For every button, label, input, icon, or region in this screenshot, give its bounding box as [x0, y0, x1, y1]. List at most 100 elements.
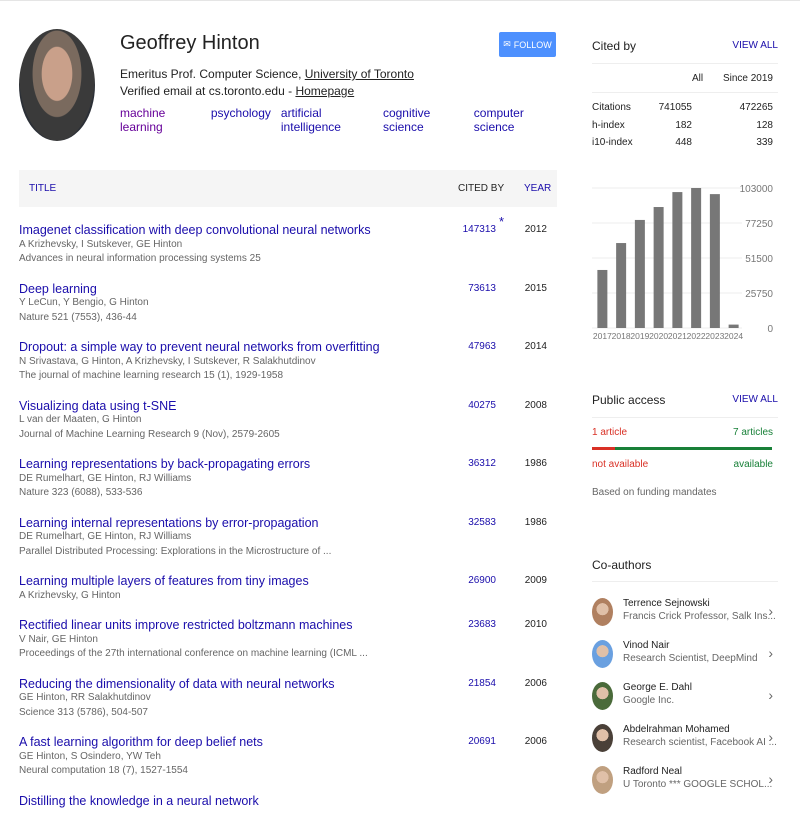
x-tick-label: 2023	[705, 331, 724, 341]
cited-by-link[interactable]: 32583	[449, 516, 496, 531]
article-title-link[interactable]: Visualizing data using t-SNE	[19, 399, 439, 414]
interest-link[interactable]: psychology	[211, 106, 271, 134]
bar-2018[interactable]	[616, 243, 626, 328]
x-tick-label: 2022	[687, 331, 706, 341]
coauthor-item[interactable]: Radford NealU Toronto *** GOOGLE SCHOL..…	[592, 766, 778, 806]
cited-by-link[interactable]: 73613	[449, 282, 496, 297]
homepage-link[interactable]: Homepage	[295, 84, 354, 98]
interest-link[interactable]: computer science	[474, 106, 557, 134]
table-row: Dropout: a simple way to prevent neural …	[19, 340, 557, 399]
affiliation-text: Emeritus Prof. Computer Science,	[120, 67, 305, 81]
sort-title[interactable]: TITLE	[29, 183, 56, 194]
coauthor-affiliation: Francis Crick Professor, Salk Ins...	[623, 611, 776, 622]
coauthor-avatar	[592, 598, 613, 626]
article-authors: DE Rumelhart, GE Hinton, RJ Williams	[19, 472, 557, 487]
article-venue: Nature 323 (6088), 533-536	[19, 486, 557, 501]
university-link[interactable]: University of Toronto	[305, 67, 414, 81]
cited-by-link[interactable]: 147313	[449, 223, 496, 238]
cited-by-link[interactable]: 40275	[449, 399, 496, 414]
bar-2017[interactable]	[597, 270, 607, 328]
affiliation: Emeritus Prof. Computer Science, Univers…	[120, 67, 414, 81]
table-header: TITLE CITED BY YEAR	[19, 170, 557, 207]
coauthor-item[interactable]: George E. DahlGoogle Inc.›	[592, 682, 778, 722]
bar-2024[interactable]	[729, 325, 739, 328]
article-year: 2010	[517, 618, 547, 633]
coauthor-item[interactable]: Terrence SejnowskiFrancis Crick Professo…	[592, 598, 778, 638]
bar-2019[interactable]	[635, 220, 645, 328]
article-title-link[interactable]: Rectified linear units improve restricte…	[19, 618, 439, 633]
coauthor-name: Vinod Nair	[623, 640, 670, 651]
publication-list: Imagenet classification with deep convol…	[19, 223, 557, 823]
coauthors-heading: Co-authors	[592, 558, 651, 572]
cited-by-link[interactable]: 47963	[449, 340, 496, 355]
article-title-link[interactable]: Distilling the knowledge in a neural net…	[19, 794, 439, 809]
email-plus-icon: ✉	[503, 39, 511, 50]
profile-photo	[19, 29, 95, 141]
not-available-count[interactable]: 1 article	[592, 427, 627, 438]
article-year: 2008	[517, 399, 547, 414]
x-tick-label: 2019	[630, 331, 649, 341]
article-venue: Nature 521 (7553), 436-44	[19, 311, 557, 326]
article-authors: V Nair, GE Hinton	[19, 633, 557, 648]
available-count[interactable]: 7 articles	[733, 427, 773, 438]
divider	[592, 417, 778, 418]
follow-button[interactable]: ✉ FOLLOW	[499, 32, 556, 57]
article-venue: Neural computation 18 (7), 1527-1554	[19, 764, 557, 779]
bar-2022[interactable]	[691, 188, 701, 328]
interest-link[interactable]: artificial intelligence	[281, 106, 373, 134]
bar-2020[interactable]	[654, 207, 664, 328]
article-title-link[interactable]: A fast learning algorithm for deep belie…	[19, 735, 439, 750]
interest-link[interactable]: cognitive science	[383, 106, 464, 134]
cited-by-link[interactable]: 21854	[449, 677, 496, 692]
bar-2023[interactable]	[710, 194, 720, 328]
article-authors: N Srivastava, G Hinton, A Krizhevsky, I …	[19, 355, 557, 370]
bar-2021[interactable]	[672, 192, 682, 328]
stat-label: h-index	[592, 117, 642, 135]
article-title-link[interactable]: Learning representations by back-propaga…	[19, 457, 439, 472]
not-available-fill	[592, 447, 615, 450]
article-venue: Science 313 (5786), 504-507	[19, 706, 557, 721]
coauthor-item[interactable]: Vinod NairResearch Scientist, DeepMind›	[592, 640, 778, 680]
table-row: Rectified linear units improve restricte…	[19, 618, 557, 677]
stat-row: Citations741055472265	[592, 99, 778, 117]
coauthor-affiliation: U Toronto *** GOOGLE SCHOL...	[623, 779, 772, 790]
table-row: Distilling the knowledge in a neural net…	[19, 794, 557, 823]
stat-since: 128	[692, 117, 778, 135]
x-tick-label: 2020	[649, 331, 668, 341]
table-row: Deep learningY LeCun, Y Bengio, G Hinton…	[19, 282, 557, 341]
sort-year[interactable]: YEAR	[524, 183, 551, 194]
article-authors: L van der Maaten, G Hinton	[19, 413, 557, 428]
cited-by-link[interactable]: 20691	[449, 735, 496, 750]
cited-by-link[interactable]: 36312	[449, 457, 496, 472]
coauthor-name: George E. Dahl	[623, 682, 692, 693]
divider	[592, 92, 778, 93]
stat-label: Citations	[592, 99, 642, 117]
cited-by-view-all[interactable]: VIEW ALL	[732, 40, 778, 51]
article-title-link[interactable]: Learning multiple layers of features fro…	[19, 574, 439, 589]
coauthor-affiliation: Research Scientist, DeepMind	[623, 653, 758, 664]
public-access-view-all[interactable]: VIEW ALL	[732, 394, 778, 405]
interest-link[interactable]: machine learning	[120, 106, 201, 134]
col-since: Since 2019	[723, 73, 773, 84]
coauthor-item[interactable]: Abdelrahman MohamedResearch scientist, F…	[592, 724, 778, 764]
coauthor-avatar	[592, 766, 613, 794]
article-title-link[interactable]: Deep learning	[19, 282, 439, 297]
coauthor-affiliation: Research scientist, Facebook AI ...	[623, 737, 777, 748]
merged-citations-star[interactable]: *	[499, 215, 504, 230]
table-row: Learning internal representations by err…	[19, 516, 557, 575]
cited-by-link[interactable]: 26900	[449, 574, 496, 589]
article-title-link[interactable]: Dropout: a simple way to prevent neural …	[19, 340, 439, 355]
article-title-link[interactable]: Imagenet classification with deep convol…	[19, 223, 439, 238]
y-tick-label: 51500	[745, 254, 773, 265]
article-year: 2012	[517, 223, 547, 238]
article-year: 2009	[517, 574, 547, 589]
article-authors: Y LeCun, Y Bengio, G Hinton	[19, 296, 557, 311]
stat-all: 448	[642, 134, 692, 152]
article-title-link[interactable]: Reducing the dimensionality of data with…	[19, 677, 439, 692]
table-row: Learning representations by back-propaga…	[19, 457, 557, 516]
cited-by-link[interactable]: 23683	[449, 618, 496, 633]
article-title-link[interactable]: Learning internal representations by err…	[19, 516, 439, 531]
funding-note: Based on funding mandates	[592, 487, 717, 498]
x-tick-label: 2024	[724, 331, 743, 341]
article-venue: Advances in neural information processin…	[19, 252, 557, 267]
